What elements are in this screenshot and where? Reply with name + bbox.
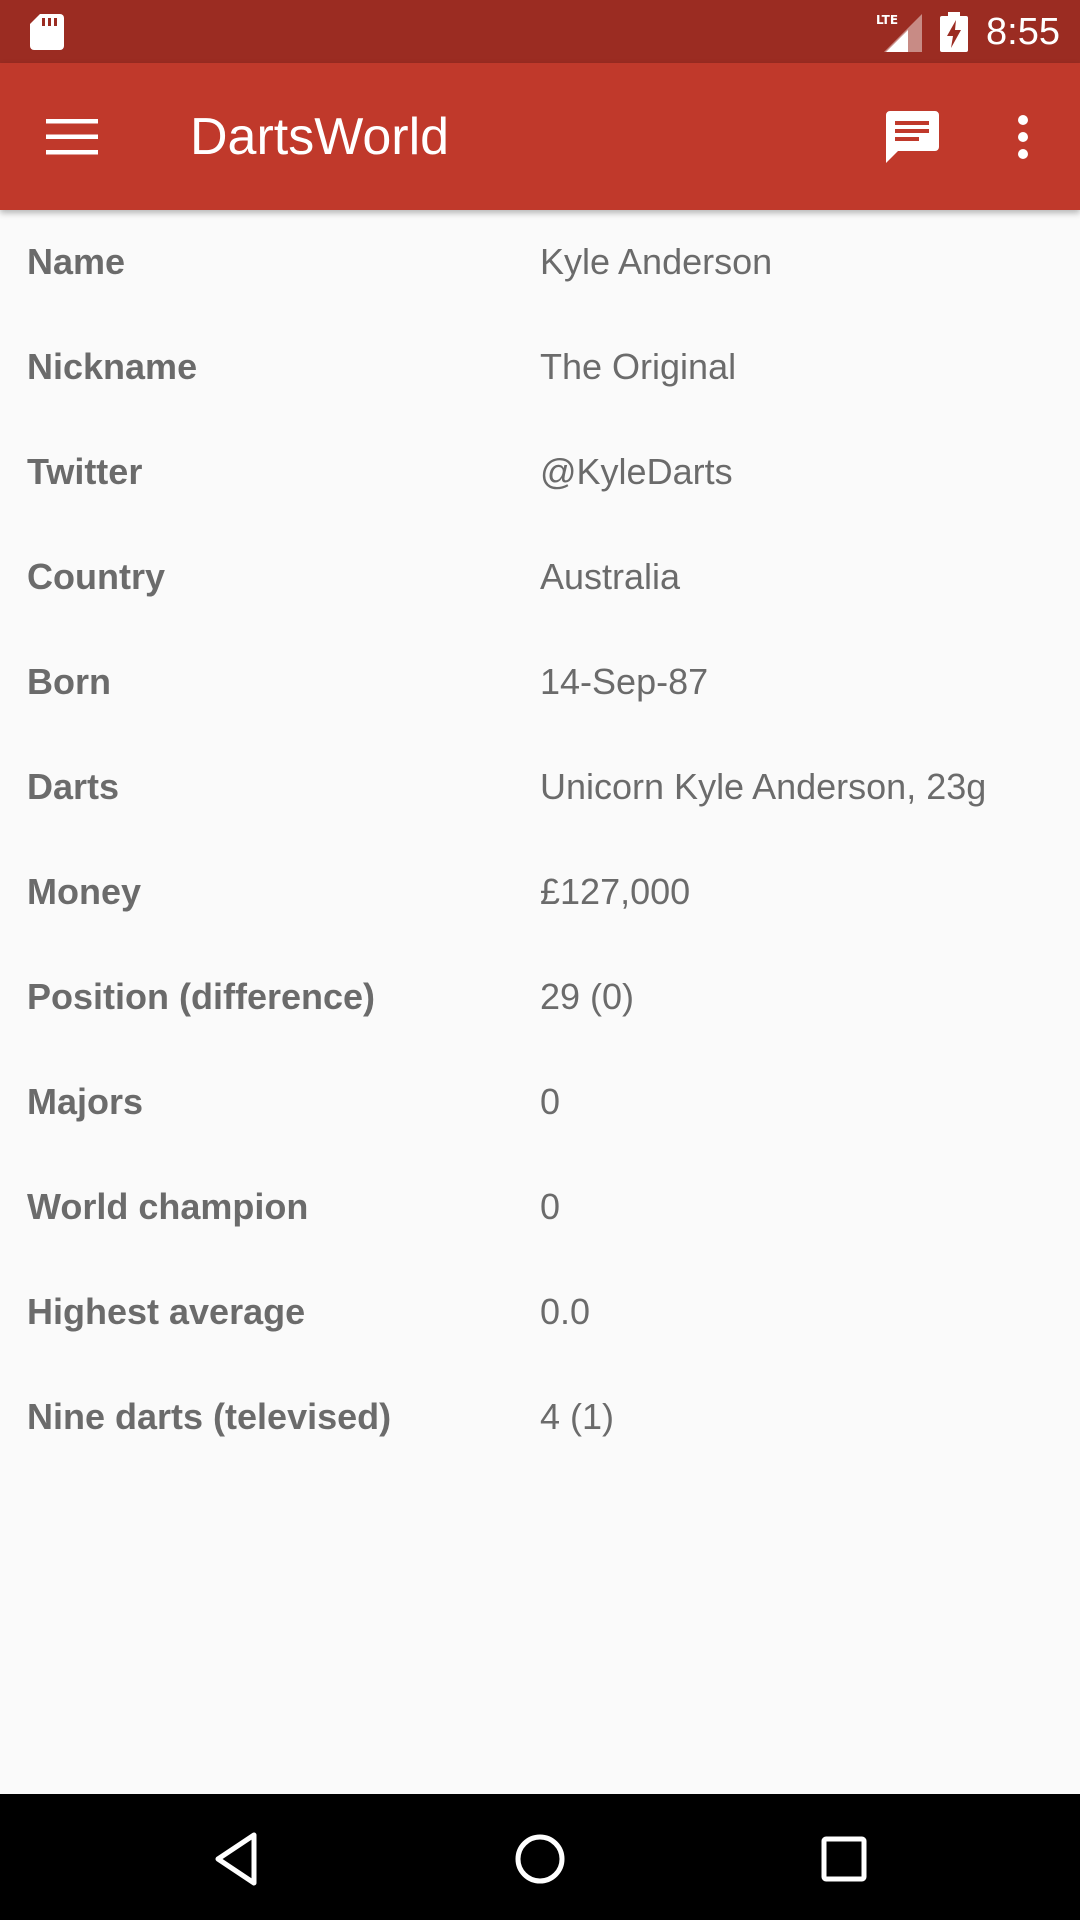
back-button[interactable] bbox=[196, 1819, 276, 1899]
player-details: Name Kyle Anderson Nickname The Original… bbox=[0, 210, 1080, 1470]
svg-text:LTE: LTE bbox=[876, 13, 898, 27]
detail-label: Money bbox=[27, 871, 142, 912]
home-button[interactable] bbox=[500, 1819, 580, 1899]
detail-row-world-champion: World champion 0 bbox=[0, 1155, 1080, 1260]
detail-row-nickname: Nickname The Original bbox=[0, 315, 1080, 420]
detail-value: 14-Sep-87 bbox=[540, 661, 709, 702]
detail-label: Twitter bbox=[27, 451, 143, 492]
chat-button[interactable] bbox=[876, 101, 948, 173]
detail-label: Country bbox=[27, 556, 165, 597]
detail-value: £127,000 bbox=[540, 871, 691, 912]
detail-value: The Original bbox=[540, 346, 737, 387]
chat-icon bbox=[886, 111, 939, 163]
sd-card-icon bbox=[30, 14, 64, 50]
detail-label: Nickname bbox=[27, 346, 198, 387]
navigation-bar bbox=[0, 1794, 1080, 1920]
lte-signal-icon: LTE bbox=[876, 13, 922, 52]
back-icon bbox=[215, 1832, 257, 1886]
app-title: DartsWorld bbox=[190, 108, 450, 166]
detail-row-name: Name Kyle Anderson bbox=[0, 210, 1080, 315]
detail-value: @KyleDarts bbox=[540, 451, 733, 492]
detail-value: Kyle Anderson bbox=[540, 241, 773, 282]
detail-row-born: Born 14-Sep-87 bbox=[0, 630, 1080, 735]
battery-charging-icon bbox=[940, 12, 968, 52]
detail-label: Nine darts (televised) bbox=[27, 1396, 392, 1437]
detail-label: Darts bbox=[27, 766, 120, 807]
detail-row-nine-darts: Nine darts (televised) 4 (1) bbox=[0, 1365, 1080, 1470]
detail-label: Highest average bbox=[27, 1291, 306, 1332]
detail-label: Born bbox=[27, 661, 111, 702]
detail-row-position: Position (difference) 29 (0) bbox=[0, 945, 1080, 1050]
recents-icon bbox=[821, 1836, 867, 1882]
detail-label: Majors bbox=[27, 1081, 144, 1122]
overflow-menu-icon bbox=[1018, 115, 1028, 159]
detail-row-highest-average: Highest average 0.0 bbox=[0, 1260, 1080, 1365]
detail-label: Position (difference) bbox=[27, 976, 376, 1017]
detail-value: 29 (0) bbox=[540, 976, 635, 1017]
home-icon bbox=[515, 1834, 565, 1884]
status-bar: LTE 8:55 bbox=[0, 0, 1080, 63]
detail-row-darts: Darts Unicorn Kyle Anderson, 23g bbox=[0, 735, 1080, 840]
overflow-menu-button[interactable] bbox=[988, 101, 1058, 173]
detail-value: 0 bbox=[540, 1186, 561, 1227]
detail-row-money: Money £127,000 bbox=[0, 840, 1080, 945]
recents-button[interactable] bbox=[804, 1819, 884, 1899]
detail-value: Australia bbox=[540, 556, 681, 597]
detail-row-majors: Majors 0 bbox=[0, 1050, 1080, 1155]
detail-value: 0 bbox=[540, 1081, 561, 1122]
detail-row-twitter: Twitter @KyleDarts bbox=[0, 420, 1080, 525]
detail-value: 0.0 bbox=[540, 1291, 591, 1332]
menu-icon bbox=[46, 119, 98, 155]
detail-row-country: Country Australia bbox=[0, 525, 1080, 630]
detail-value: Unicorn Kyle Anderson, 23g bbox=[540, 766, 987, 807]
detail-label: Name bbox=[27, 241, 126, 282]
detail-label: World champion bbox=[27, 1186, 309, 1227]
app-bar: DartsWorld bbox=[0, 63, 1080, 210]
menu-button[interactable] bbox=[30, 101, 114, 173]
detail-value: 4 (1) bbox=[540, 1396, 615, 1437]
status-time: 8:55 bbox=[986, 11, 1060, 53]
